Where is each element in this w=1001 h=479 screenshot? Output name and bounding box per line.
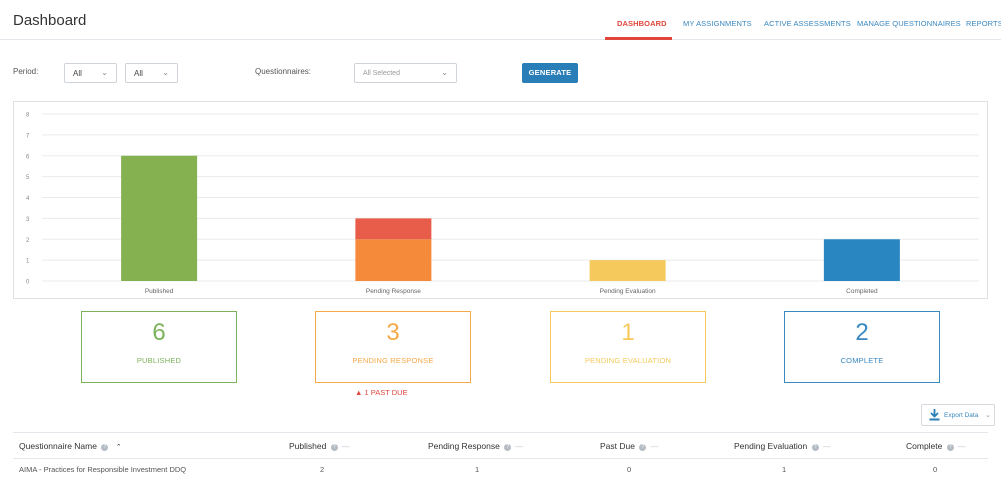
column-header-name[interactable]: Questionnaire Name ? ⌃	[19, 441, 122, 451]
published-label: PUBLISHED	[136, 356, 182, 365]
x-category-label: Published	[145, 288, 174, 295]
info-icon: ?	[101, 444, 109, 451]
bar-completed-segment	[823, 239, 900, 281]
nav-my-assignments[interactable]: MY ASSIGNMENTS	[683, 19, 752, 28]
sort-icon: —	[650, 442, 659, 451]
main-nav: DASHBOARD MY ASSIGNMENTS ACTIVE ASSESSME…	[0, 0, 1001, 40]
chevron-down-icon: ⌄	[101, 68, 108, 77]
sort-icon: —	[515, 442, 524, 451]
column-header-name-label: Questionnaire Name	[19, 441, 97, 451]
nav-dashboard[interactable]: DASHBOARD	[617, 19, 667, 28]
bar-pending-evaluation-segment	[589, 260, 666, 281]
generate-button[interactable]: GENERATE	[522, 63, 578, 83]
questionnaires-select[interactable]: All Selected ⌄	[354, 63, 457, 83]
pending-evaluation-count: 1	[621, 319, 635, 346]
y-tick-label: 2	[26, 238, 30, 244]
sort-icon: —	[822, 442, 831, 451]
column-header-complete[interactable]: Complete ? —	[906, 441, 966, 451]
period-select-1[interactable]: All ⌄	[64, 63, 117, 83]
download-icon	[929, 409, 940, 421]
row-pending-response: 1	[475, 465, 480, 474]
column-header-pending-response-label: Pending Response	[428, 441, 500, 451]
info-icon: ?	[811, 444, 819, 451]
info-icon: ?	[504, 444, 512, 451]
export-data-button[interactable]: Export Data ⌄	[921, 404, 995, 426]
info-icon: ?	[946, 444, 954, 451]
period-select-2-value: All	[134, 69, 143, 78]
filter-bar: Period: All ⌄ All ⌄ Questionnaires: All …	[0, 60, 1001, 90]
y-tick-label: 6	[26, 154, 30, 160]
chevron-down-icon: ⌄	[162, 68, 169, 77]
questionnaires-label: Questionnaires:	[255, 67, 312, 76]
active-tab-underline	[605, 37, 672, 40]
column-header-past-due-label: Past Due	[600, 441, 635, 451]
pending-evaluation-label: PENDING EVALUATION	[584, 356, 672, 365]
table-header: Questionnaire Name ? ⌃ Published ? — Pend…	[13, 432, 988, 459]
pending-response-stat-card[interactable]: 3 PENDING RESPONSE	[315, 311, 471, 383]
row-complete: 0	[933, 465, 938, 474]
export-data-label: Export Data	[944, 412, 979, 419]
info-icon: ?	[330, 444, 338, 451]
y-tick-label: 3	[26, 217, 30, 223]
questionnaires-select-value: All Selected	[363, 70, 400, 77]
sort-icon: —	[957, 442, 966, 451]
column-header-pending-evaluation[interactable]: Pending Evaluation ? —	[734, 441, 831, 451]
column-header-published-label: Published	[289, 441, 327, 451]
column-header-pending-response[interactable]: Pending Response ? —	[428, 441, 523, 451]
row-pending-evaluation: 1	[782, 465, 787, 474]
pending-response-label: PENDING RESPONSE	[352, 356, 434, 365]
sort-icon: —	[341, 442, 350, 451]
y-tick-label: 5	[26, 175, 30, 181]
status-chart-svg: 0 1 2 3 4 5 6 7 8 Published Pending Response Pendin…	[26, 113, 979, 295]
nav-active-assessments[interactable]: ACTIVE ASSESSMENTS	[764, 19, 851, 28]
chevron-down-icon: ⌄	[441, 68, 448, 77]
column-header-published[interactable]: Published ? —	[289, 441, 350, 451]
period-select-1-value: All	[73, 69, 82, 78]
past-due-text: 1 PAST DUE	[364, 388, 408, 397]
top-bar: Dashboard DASHBOARD MY ASSIGNMENTS ACTIV…	[0, 0, 1001, 40]
published-count: 6	[152, 319, 166, 346]
x-category-label: Pending Response	[366, 288, 421, 295]
questionnaire-table: Questionnaire Name ? ⌃ Published ? — Pend…	[13, 432, 988, 479]
y-tick-label: 8	[26, 113, 30, 119]
bar-pending-response-segment	[355, 239, 432, 281]
chevron-down-icon: ⌄	[985, 412, 991, 419]
complete-stat-card[interactable]: 2 COMPLETE	[784, 311, 940, 383]
past-due-alert[interactable]: ▲ 1 PAST DUE	[355, 388, 408, 397]
sort-asc-icon: ⌃	[115, 444, 122, 451]
column-header-past-due[interactable]: Past Due ? —	[600, 441, 658, 451]
bar-pending-response-segment	[355, 218, 432, 240]
warning-icon: ▲	[355, 388, 363, 397]
complete-label: COMPLETE	[840, 356, 884, 365]
y-tick-label: 0	[26, 280, 30, 286]
x-category-label: Completed	[846, 288, 878, 295]
status-chart: 0 1 2 3 4 5 6 7 8 Published Pending Response Pendin…	[13, 101, 988, 299]
complete-count: 2	[855, 319, 869, 346]
published-stat-card[interactable]: 6 PUBLISHED	[81, 311, 237, 383]
nav-manage-questionnaires[interactable]: MANAGE QUESTIONNAIRES	[857, 19, 961, 28]
info-icon: ?	[639, 444, 647, 451]
pending-response-count: 3	[386, 319, 400, 346]
x-category-label: Pending Evaluation	[600, 288, 656, 295]
period-label: Period:	[13, 67, 39, 76]
y-tick-label: 4	[26, 196, 30, 202]
nav-reports[interactable]: REPORTS	[966, 19, 1001, 28]
row-questionnaire-name[interactable]: AIMA - Practices for Responsible Investm…	[19, 465, 186, 474]
table-row[interactable]: AIMA - Practices for Responsible Investm…	[13, 459, 988, 479]
pending-evaluation-stat-card[interactable]: 1 PENDING EVALUATION	[550, 311, 706, 383]
bar-published-segment	[121, 155, 198, 281]
y-tick-label: 1	[26, 259, 30, 265]
y-tick-label: 7	[26, 133, 30, 139]
period-select-2[interactable]: All ⌄	[125, 63, 178, 83]
row-past-due: 0	[627, 465, 632, 474]
row-published: 2	[320, 465, 325, 474]
column-header-complete-label: Complete	[906, 441, 943, 451]
column-header-pending-evaluation-label: Pending Evaluation	[734, 441, 808, 451]
